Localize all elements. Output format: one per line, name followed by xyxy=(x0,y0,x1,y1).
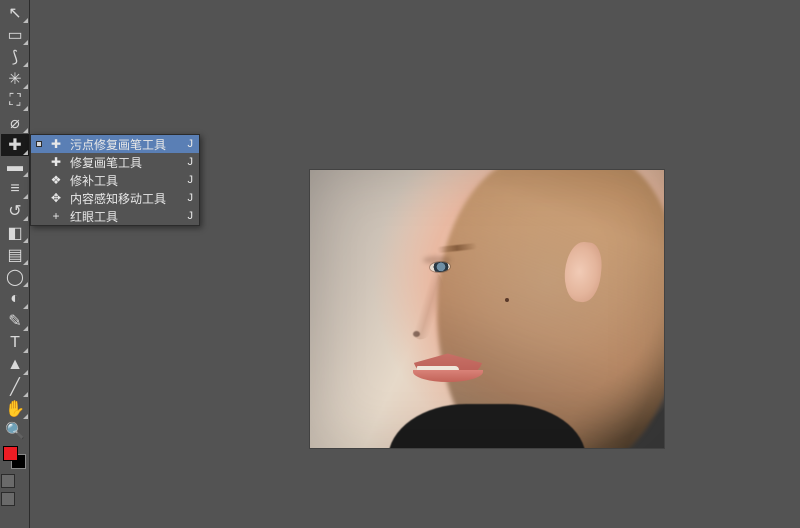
history-brush-tool-icon: ↺ xyxy=(7,203,23,219)
document-image[interactable] xyxy=(310,170,664,448)
zoom-tool[interactable]: 🔍 xyxy=(1,420,29,442)
pen-tool[interactable]: ✎ xyxy=(1,310,29,332)
flyout-indicator-icon xyxy=(23,18,28,23)
dodge-tool-icon: ◐ xyxy=(7,291,23,307)
type-tool-icon: T xyxy=(7,335,23,351)
flyout-indicator-icon xyxy=(23,40,28,45)
hand-tool-icon: ✋ xyxy=(7,401,23,417)
flyout-indicator-icon xyxy=(23,392,28,397)
flyout-indicator-icon xyxy=(23,84,28,89)
flyout-indicator-icon xyxy=(23,216,28,221)
type-tool[interactable]: T xyxy=(1,332,29,354)
path-select-tool[interactable]: ▲ xyxy=(1,354,29,376)
lasso-tool-icon: ⟆ xyxy=(7,49,23,65)
flyout-item-shortcut: J xyxy=(188,138,194,150)
flyout-indicator-icon xyxy=(23,62,28,67)
magic-wand-tool[interactable]: ✳ xyxy=(1,68,29,90)
flyout-item-label: 修复画笔工具 xyxy=(70,154,180,171)
dodge-tool[interactable]: ◐ xyxy=(1,288,29,310)
flyout-item-label: 修补工具 xyxy=(70,172,180,189)
flyout-indicator-icon xyxy=(23,238,28,243)
app-canvas: ↖▭⟆✳⛶⌀✚▬≡↺◧▤◯◐✎T▲╱✋🔍 ✚污点修复画笔工具J✚修复画笔工具J❖… xyxy=(0,0,800,528)
screen-mode-icon xyxy=(1,492,15,506)
eraser-tool[interactable]: ◧ xyxy=(1,222,29,244)
eyedropper-tool[interactable]: ⌀ xyxy=(1,112,29,134)
rect-marquee-tool-icon: ▭ xyxy=(7,27,23,43)
spot-healing-brush-tool[interactable]: ✚ xyxy=(1,134,29,156)
flyout-indicator-icon xyxy=(23,348,28,353)
lasso-tool[interactable]: ⟆ xyxy=(1,46,29,68)
flyout-indicator-icon xyxy=(23,414,28,419)
flyout-indicator-icon xyxy=(23,172,28,177)
flyout-indicator-icon xyxy=(23,194,28,199)
eyedropper-tool-icon: ⌀ xyxy=(7,115,23,131)
quick-mask-toggle[interactable] xyxy=(1,474,17,493)
flyout-indicator-icon xyxy=(23,282,28,287)
flyout-item-label: 内容感知移动工具 xyxy=(70,190,180,207)
patch-tool-icon: ❖ xyxy=(48,173,64,187)
brush-tool-icon: ▬ xyxy=(7,159,23,175)
crop-tool-icon: ⛶ xyxy=(7,93,23,109)
gradient-tool-icon: ▤ xyxy=(7,247,23,263)
flyout-item-red-eye-tool[interactable]: + 红眼工具 J xyxy=(31,207,199,225)
line-tool[interactable]: ╱ xyxy=(1,376,29,398)
hand-tool[interactable]: ✋ xyxy=(1,398,29,420)
flyout-indicator-icon xyxy=(23,260,28,265)
healing-brush-tool-icon: ✚ xyxy=(48,155,64,169)
clone-stamp-tool[interactable]: ≡ xyxy=(1,178,29,200)
line-tool-icon: ╱ xyxy=(7,379,23,395)
flyout-item-label: 污点修复画笔工具 xyxy=(70,136,180,153)
flyout-item-patch-tool[interactable]: ❖ 修补工具 J xyxy=(31,171,199,189)
pen-tool-icon: ✎ xyxy=(7,313,23,329)
clone-stamp-tool-icon: ≡ xyxy=(7,181,23,197)
zoom-tool-icon: 🔍 xyxy=(7,423,23,439)
move-tool[interactable]: ↖ xyxy=(1,2,29,24)
selected-indicator-icon xyxy=(36,141,42,147)
blur-tool[interactable]: ◯ xyxy=(1,266,29,288)
tools-panel: ↖ ▭ ⟆ ✳ ⛶ ⌀ ✚ ▬ ≡ ↺ ◧ ▤ ◯ ◐ ✎ T ▲ ╱ ✋ 🔍 xyxy=(0,0,30,528)
foreground-color[interactable] xyxy=(3,446,18,461)
flyout-indicator-icon xyxy=(23,150,28,155)
gradient-tool[interactable]: ▤ xyxy=(1,244,29,266)
color-swatches[interactable] xyxy=(3,446,27,470)
flyout-indicator-icon xyxy=(23,370,28,375)
blur-tool-icon: ◯ xyxy=(7,269,23,285)
flyout-indicator-icon xyxy=(23,304,28,309)
flyout-item-shortcut: J xyxy=(188,156,194,168)
red-eye-tool-icon: + xyxy=(48,209,64,223)
flyout-indicator-icon xyxy=(23,106,28,111)
flyout-item-healing-brush-tool[interactable]: ✚ 修复画笔工具 J xyxy=(31,153,199,171)
flyout-item-content-aware-move-tool[interactable]: ✥ 内容感知移动工具 J xyxy=(31,189,199,207)
standard-mode-icon xyxy=(1,474,15,488)
flyout-item-shortcut: J xyxy=(188,192,194,204)
eraser-tool-icon: ◧ xyxy=(7,225,23,241)
path-select-tool-icon: ▲ xyxy=(7,357,23,373)
brush-tool[interactable]: ▬ xyxy=(1,156,29,178)
healing-tools-flyout: ✚ 污点修复画笔工具 J ✚ 修复画笔工具 J ❖ 修补工具 J ✥ 内容感知移动工具 J + 红眼工具 J xyxy=(30,134,200,226)
flyout-item-shortcut: J xyxy=(188,174,194,186)
flyout-item-spot-healing-brush-tool[interactable]: ✚ 污点修复画笔工具 J xyxy=(31,135,199,153)
content-aware-move-tool-icon: ✥ xyxy=(48,191,64,205)
crop-tool[interactable]: ⛶ xyxy=(1,90,29,112)
history-brush-tool[interactable]: ↺ xyxy=(1,200,29,222)
flyout-indicator-icon xyxy=(23,128,28,133)
portrait-placeholder xyxy=(310,170,664,448)
screen-mode-toggle[interactable] xyxy=(1,492,17,511)
rect-marquee-tool[interactable]: ▭ xyxy=(1,24,29,46)
move-tool-icon: ↖ xyxy=(7,5,23,21)
flyout-indicator-icon xyxy=(23,326,28,331)
flyout-item-label: 红眼工具 xyxy=(70,208,180,225)
magic-wand-tool-icon: ✳ xyxy=(7,71,23,87)
spot-healing-brush-tool-icon: ✚ xyxy=(48,137,64,151)
flyout-item-shortcut: J xyxy=(188,210,194,222)
spot-healing-brush-tool-icon: ✚ xyxy=(7,137,23,153)
